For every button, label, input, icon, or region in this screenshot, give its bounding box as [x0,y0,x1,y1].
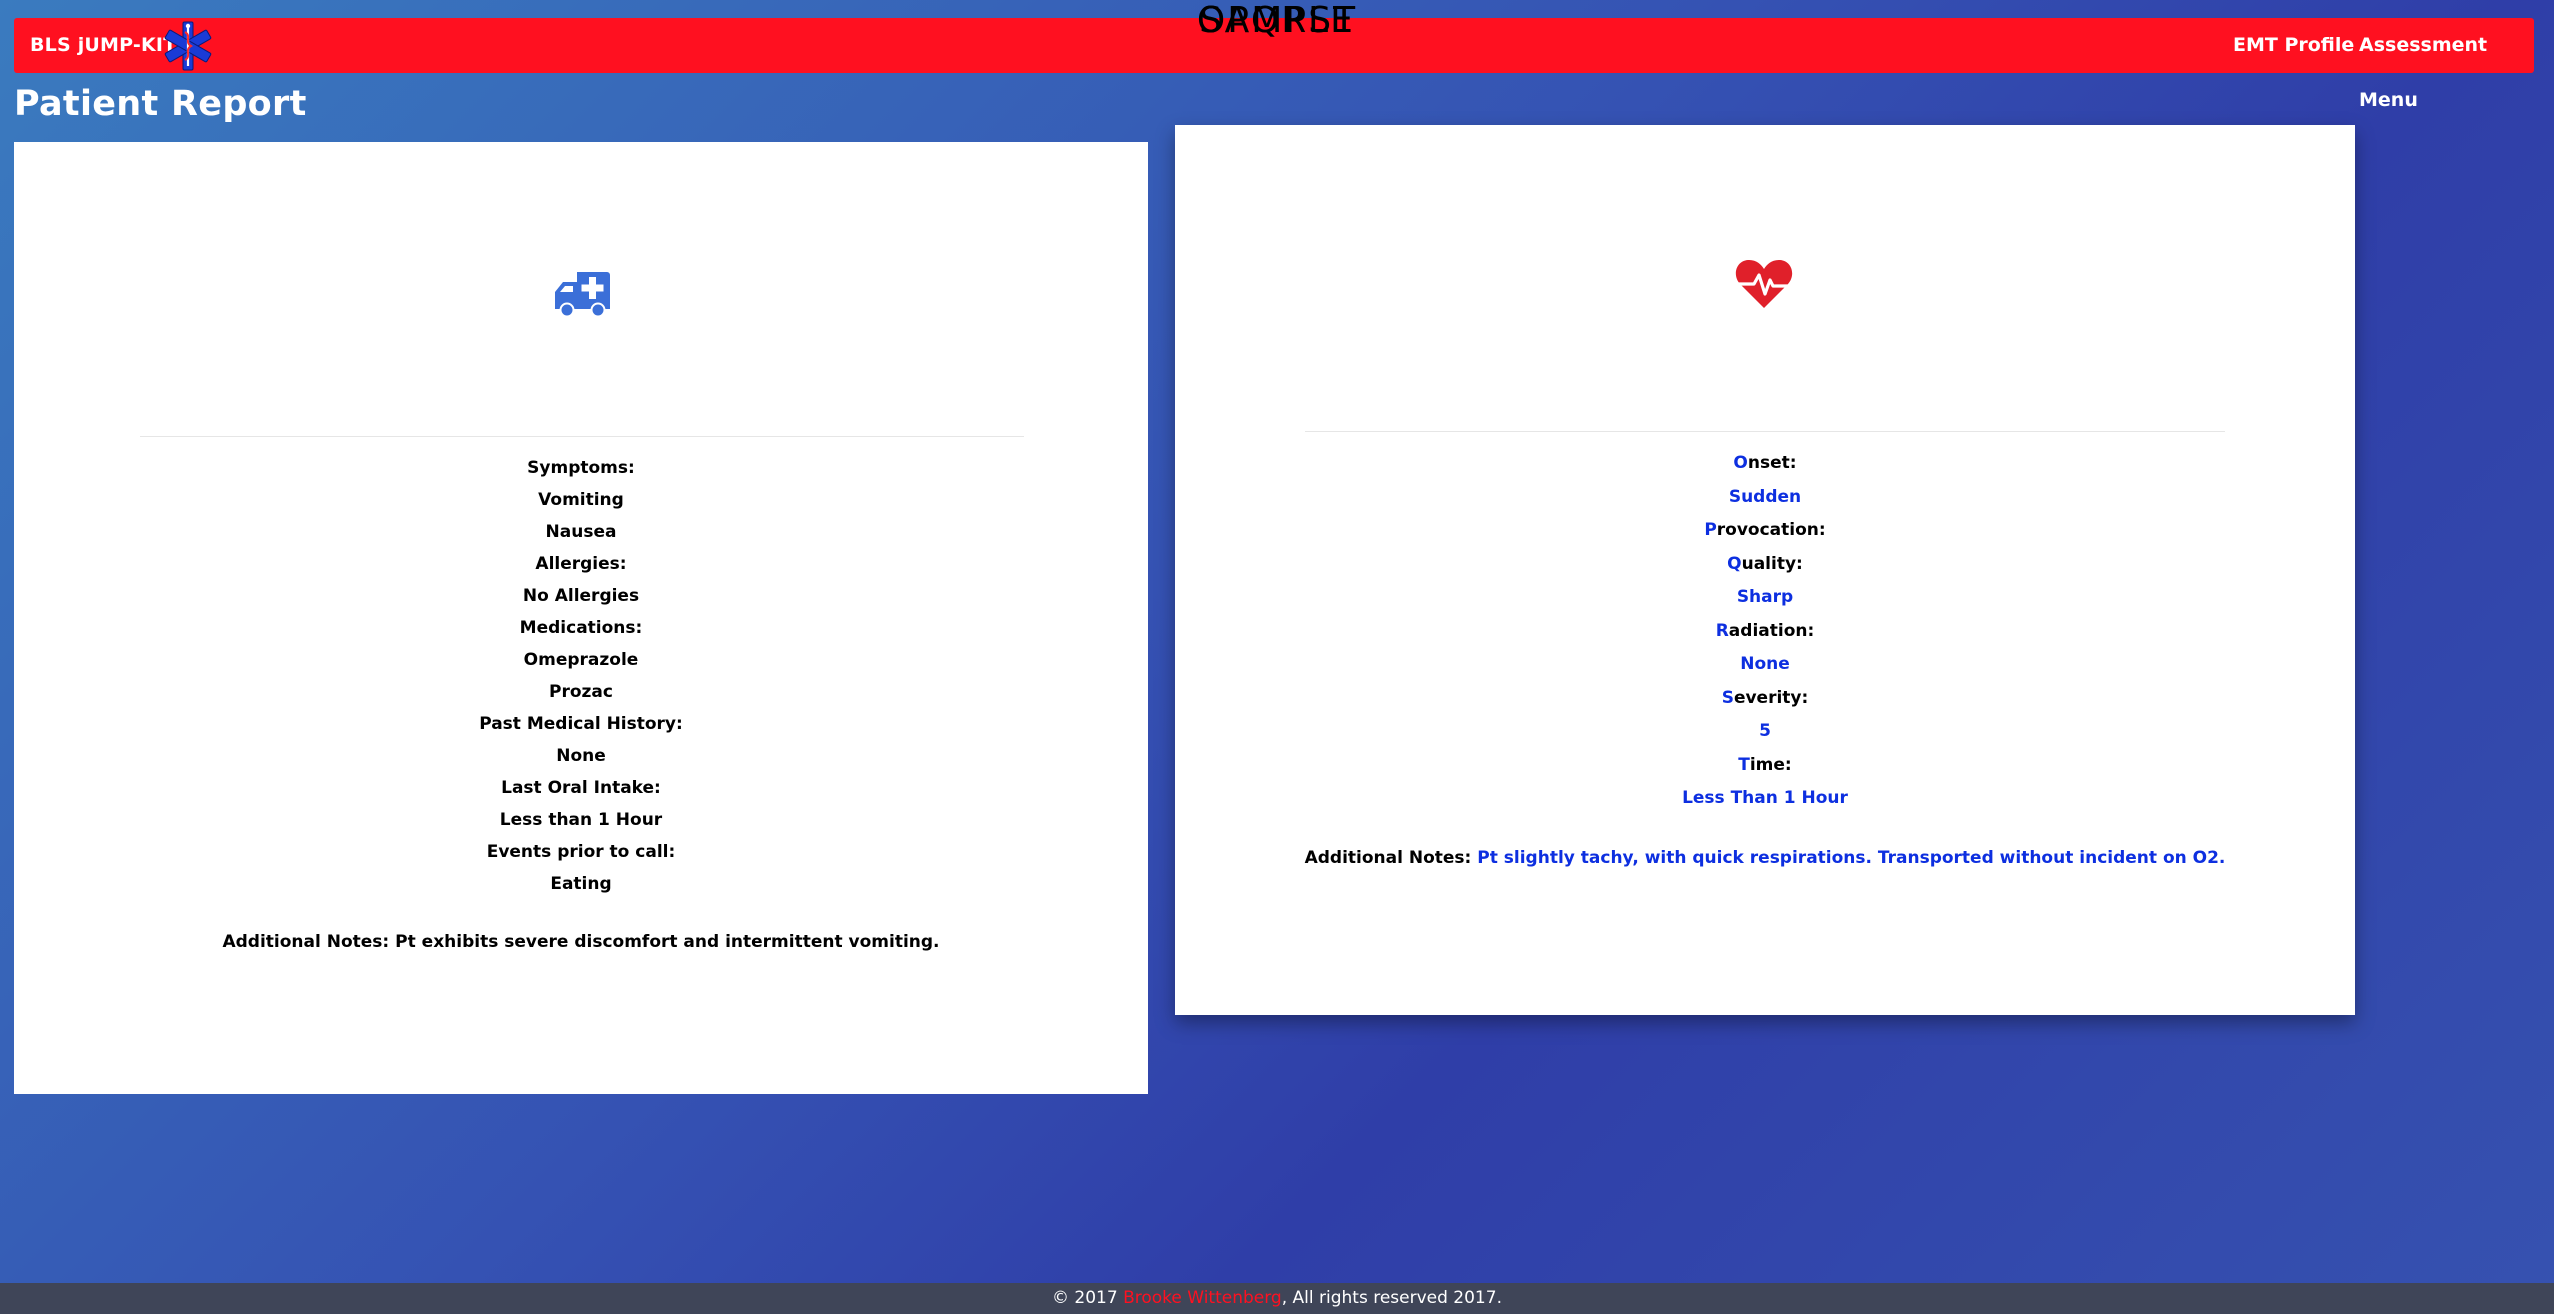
list-item: Vomiting [538,490,624,510]
list-item: Less than 1 Hour [499,810,663,830]
sample-additional-notes: Additional Notes: Pt exhibits severe dis… [14,932,1148,952]
list-item: No Allergies [522,586,640,606]
notes-value: Pt slightly tachy, with quick respiratio… [1477,848,2226,868]
heartbeat-icon [1734,259,1794,308]
list-item: None [556,746,606,766]
opqrst-additional-notes: Additional Notes: Pt slightly tachy, wit… [1175,848,2355,868]
list-item: Eating [550,874,612,894]
list-item: Symptoms: [527,458,635,478]
list-item: Medications: [519,618,643,638]
notes-label: Additional Notes: [222,932,390,952]
list-item: Allergies: [535,554,627,574]
list-item: Prozac [549,682,613,702]
quality-label: Quality: [1727,554,1803,574]
page-title: Patient Report [14,84,307,124]
opqrst-list: Onset: Sudden Provocation: Quality: Shar… [1175,447,2355,815]
sample-divider [140,436,1024,437]
author-link[interactable]: Brooke Wittenberg [1123,1288,1282,1308]
time-value: Less Than 1 Hour [1682,788,1848,808]
list-item: Last Oral Intake: [501,778,661,798]
list-item: Past Medical History: [479,714,683,734]
radiation-label: Radiation: [1715,621,1815,641]
provocation-label: Provocation: [1704,520,1826,540]
rights-text: , All rights reserved 2017. [1281,1288,1502,1308]
radiation-value: None [1740,654,1790,674]
footer: © 2017 Brooke Wittenberg, All rights res… [0,1283,2554,1314]
quality-value: Sharp [1736,587,1794,607]
severity-label: Severity: [1721,688,1809,708]
onset-value: Sudden [1728,487,1802,507]
notes-value: Pt exhibits severe discomfort and interm… [395,932,940,952]
list-item: Events prior to call: [486,842,676,862]
opqrst-divider [1305,431,2225,432]
time-label: Time: [1738,755,1792,775]
sample-list: Symptoms: Vomiting Nausea Allergies: No … [14,452,1148,900]
list-item: Omeprazole [523,650,639,670]
opqrst-heading: OPQRST [1196,0,1358,41]
notes-label: Additional Notes: [1304,848,1472,868]
list-item: Nausea [545,522,617,542]
copyright-text: © 2017 [1052,1288,1118,1308]
onset-label: Onset: [1733,453,1797,473]
severity-value: 5 [1759,721,1771,741]
ambulance-icon [555,272,610,318]
